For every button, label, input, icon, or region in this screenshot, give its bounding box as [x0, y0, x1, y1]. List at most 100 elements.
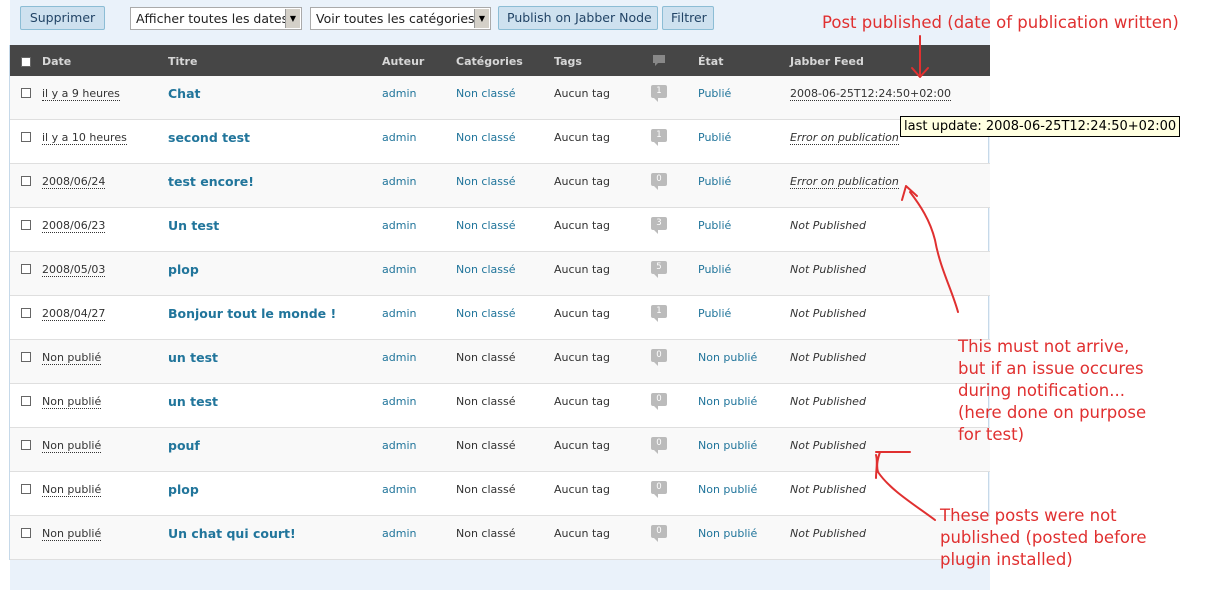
tags-text: Aucun tag — [554, 175, 611, 188]
status-link[interactable]: Non publié — [698, 439, 757, 452]
comment-count-icon[interactable]: 1 — [651, 305, 667, 322]
dropdown-arrow-icon: ▼ — [285, 9, 300, 28]
row-checkbox[interactable] — [21, 352, 31, 362]
comment-count-icon[interactable]: 0 — [651, 173, 667, 190]
jabber-feed-status[interactable]: 2008-06-25T12:24:50+02:00 — [790, 87, 951, 101]
column-status[interactable]: État — [698, 55, 723, 68]
filter-button[interactable]: Filtrer — [662, 6, 714, 30]
author-link[interactable]: admin — [382, 87, 416, 100]
row-checkbox[interactable] — [21, 220, 31, 230]
categories-select-value: Voir toutes les catégories — [316, 11, 475, 26]
author-link[interactable]: admin — [382, 263, 416, 276]
status-link[interactable]: Publié — [698, 131, 731, 144]
dropdown-arrow-icon: ▼ — [474, 9, 489, 28]
feed-tooltip: last update: 2008-06-25T12:24:50+02:00 — [900, 116, 1181, 137]
table-row: il y a 10 heures second test admin Non clas… — [10, 120, 990, 164]
post-title-link[interactable]: Un chat qui court! — [168, 526, 296, 541]
post-title-link[interactable]: second test — [168, 130, 250, 145]
comment-count-icon[interactable]: 0 — [651, 525, 667, 542]
post-title-link[interactable]: Un test — [168, 218, 219, 233]
row-checkbox[interactable] — [21, 528, 31, 538]
table-row: 2008/05/03 plop admin Non classé Aucun tag 5 P… — [10, 252, 990, 296]
category-link[interactable]: Non classé — [456, 307, 516, 320]
column-date[interactable]: Date — [42, 55, 71, 68]
post-date: Non publié — [42, 351, 102, 365]
author-link[interactable]: admin — [382, 307, 416, 320]
row-checkbox[interactable] — [21, 396, 31, 406]
comment-count-icon[interactable]: 1 — [651, 129, 667, 146]
status-link[interactable]: Non publié — [698, 527, 757, 540]
post-date: 2008/05/03 — [42, 263, 106, 277]
status-link[interactable]: Publié — [698, 87, 731, 100]
row-checkbox[interactable] — [21, 484, 31, 494]
jabber-feed-status[interactable]: Error on publication — [790, 175, 899, 189]
comment-count-icon[interactable]: 0 — [651, 349, 667, 366]
post-date: il y a 9 heures — [42, 87, 120, 101]
comment-count-icon[interactable]: 0 — [651, 393, 667, 410]
post-title-link[interactable]: un test — [168, 394, 218, 409]
publish-jabber-button[interactable]: Publish on Jabber Node — [498, 6, 658, 30]
status-link[interactable]: Publié — [698, 263, 731, 276]
category-link[interactable]: Non classé — [456, 219, 516, 232]
dates-select[interactable]: Afficher toutes les dates ▼ — [130, 7, 302, 30]
category-link[interactable]: Non classé — [456, 131, 516, 144]
category-link[interactable]: Non classé — [456, 87, 516, 100]
annotation-line: during notification... — [958, 381, 1125, 400]
row-checkbox[interactable] — [21, 264, 31, 274]
select-all-checkbox[interactable] — [21, 57, 31, 67]
tags-text: Aucun tag — [554, 307, 611, 320]
status-link[interactable]: Publié — [698, 175, 731, 188]
status-link[interactable]: Publié — [698, 307, 731, 320]
post-date: il y a 10 heures — [42, 131, 127, 145]
tags-text: Aucun tag — [554, 263, 611, 276]
post-title-link[interactable]: un test — [168, 350, 218, 365]
row-checkbox[interactable] — [21, 176, 31, 186]
tags-text: Aucun tag — [554, 527, 611, 540]
comment-count-icon[interactable]: 1 — [651, 85, 667, 102]
category-link[interactable]: Non classé — [456, 175, 516, 188]
author-link[interactable]: admin — [382, 175, 416, 188]
post-title-link[interactable]: Chat — [168, 86, 200, 101]
comment-bubble-icon — [652, 54, 666, 70]
post-title-link[interactable]: plop — [168, 262, 199, 277]
comment-count-icon[interactable]: 0 — [651, 481, 667, 498]
column-tags[interactable]: Tags — [554, 55, 582, 68]
delete-button[interactable]: Supprimer — [20, 6, 105, 30]
jabber-feed-status[interactable]: Error on publication — [790, 131, 899, 145]
comment-count-icon[interactable]: 5 — [651, 261, 667, 278]
author-link[interactable]: admin — [382, 219, 416, 232]
author-link[interactable]: admin — [382, 439, 416, 452]
post-title-link[interactable]: pouf — [168, 438, 200, 453]
status-link[interactable]: Publié — [698, 219, 731, 232]
column-title[interactable]: Titre — [168, 55, 197, 68]
tags-text: Aucun tag — [554, 219, 611, 232]
post-title-link[interactable]: plop — [168, 482, 199, 497]
author-link[interactable]: admin — [382, 131, 416, 144]
dates-select-value: Afficher toutes les dates — [136, 11, 289, 26]
status-link[interactable]: Non publié — [698, 395, 757, 408]
row-checkbox[interactable] — [21, 132, 31, 142]
status-link[interactable]: Non publié — [698, 351, 757, 364]
jabber-feed-status: Not Published — [790, 219, 866, 232]
tags-text: Aucun tag — [554, 439, 611, 452]
status-link[interactable]: Non publié — [698, 483, 757, 496]
post-title-link[interactable]: test encore! — [168, 174, 254, 189]
column-author[interactable]: Auteur — [382, 55, 424, 68]
row-checkbox[interactable] — [21, 440, 31, 450]
categories-select[interactable]: Voir toutes les catégories ▼ — [310, 7, 491, 30]
column-jabber-feed[interactable]: Jabber Feed — [790, 55, 864, 68]
table-row: Non publié pouf admin Non classé Aucun tag 0 N… — [10, 428, 990, 472]
category-link[interactable]: Non classé — [456, 263, 516, 276]
column-categories[interactable]: Catégories — [456, 55, 523, 68]
author-link[interactable]: admin — [382, 527, 416, 540]
author-link[interactable]: admin — [382, 351, 416, 364]
row-checkbox[interactable] — [21, 88, 31, 98]
category-link: Non classé — [456, 351, 516, 364]
row-checkbox[interactable] — [21, 308, 31, 318]
author-link[interactable]: admin — [382, 395, 416, 408]
post-title-link[interactable]: Bonjour tout le monde ! — [168, 306, 336, 321]
comment-count-icon[interactable]: 0 — [651, 437, 667, 454]
comment-count-icon[interactable]: 3 — [651, 217, 667, 234]
author-link[interactable]: admin — [382, 483, 416, 496]
post-date: Non publié — [42, 527, 102, 541]
